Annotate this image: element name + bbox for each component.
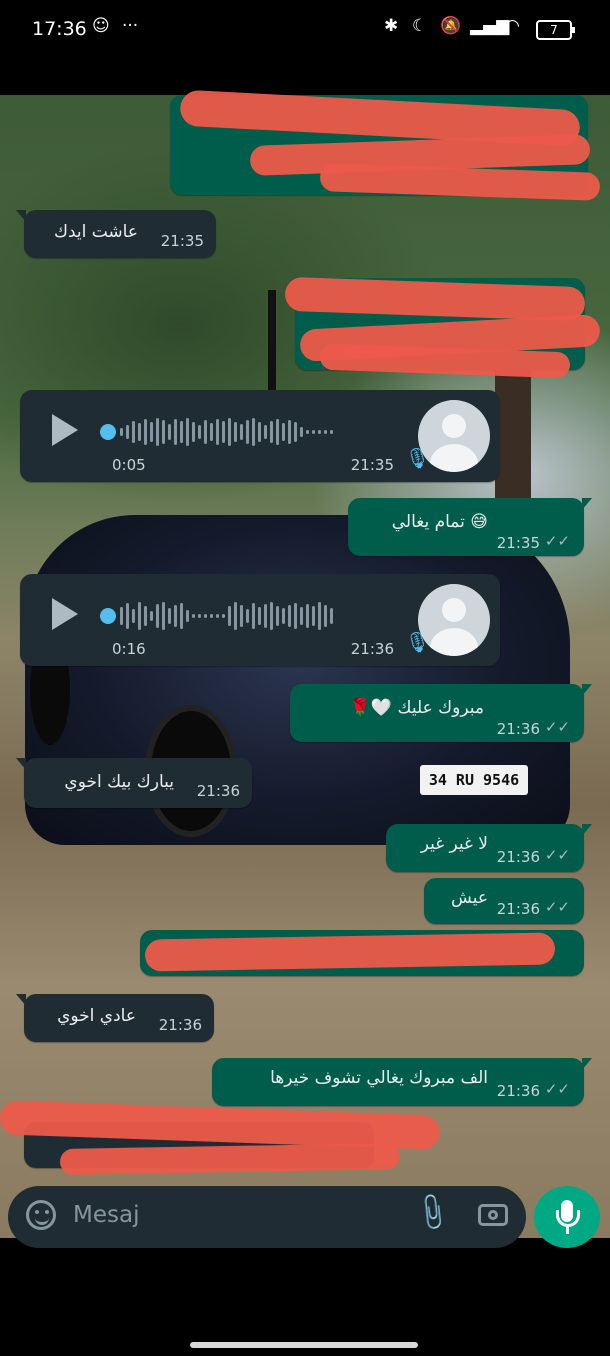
message-text: عاشت ايدك bbox=[53, 222, 138, 242]
microphone-icon: 🎙 bbox=[404, 630, 430, 654]
message-text: عيش bbox=[451, 888, 488, 908]
voice-message[interactable]: 0:16 21:36 🎙 bbox=[20, 574, 500, 666]
play-icon[interactable] bbox=[52, 414, 78, 446]
message-text: 🌹🤍 مبروك عليك bbox=[350, 698, 484, 718]
sweat-smile-emoji: 😅 bbox=[470, 512, 488, 532]
message-time: 21:36 bbox=[196, 782, 240, 800]
silent-icon: 🔕 bbox=[440, 16, 462, 36]
license-plate: 34 RU 9546 bbox=[420, 765, 528, 795]
message-outgoing[interactable]: عيش 21:36 ✓✓ bbox=[424, 878, 584, 924]
rose-heart-emoji: 🌹🤍 bbox=[349, 698, 393, 718]
message-text-body: مبروك عليك bbox=[397, 698, 484, 718]
message-input[interactable]: Mesaj bbox=[73, 1202, 139, 1228]
message-time: 21:36 bbox=[350, 640, 394, 658]
waveform bbox=[120, 601, 333, 631]
waveform bbox=[120, 417, 333, 447]
do-not-disturb-icon: ☾ bbox=[412, 16, 428, 36]
battery-icon: 7 bbox=[536, 20, 575, 40]
message-input-bar[interactable]: Mesaj 📎 bbox=[8, 1186, 526, 1248]
bluetooth-icon: ✱ bbox=[384, 16, 399, 36]
message-incoming[interactable]: يبارك بيك اخوي 21:36 bbox=[16, 758, 252, 808]
wifi-icon: ◠ bbox=[505, 16, 520, 36]
home-gesture-handle[interactable] bbox=[190, 1342, 418, 1348]
status-time: 17:36 bbox=[32, 18, 87, 40]
message-outgoing[interactable]: لا غير غير 21:36 ✓✓ bbox=[386, 824, 592, 872]
message-time: 21:35 bbox=[350, 456, 394, 474]
playback-slider[interactable] bbox=[100, 608, 116, 624]
message-outgoing[interactable]: تمام يغالي 😅 21:35 ✓✓ bbox=[348, 498, 592, 556]
voice-record-button[interactable] bbox=[534, 1186, 600, 1248]
read-receipt-icon: ✓✓ bbox=[544, 718, 570, 736]
microphone-base bbox=[566, 1226, 569, 1234]
message-text: عادي اخوي bbox=[57, 1006, 136, 1026]
voice-message[interactable]: 0:05 21:35 🎙 bbox=[20, 390, 500, 482]
play-icon[interactable] bbox=[52, 598, 78, 630]
read-receipt-icon: ✓✓ bbox=[544, 846, 570, 864]
message-text: تمام يغالي 😅 bbox=[392, 512, 488, 532]
message-time: 21:36 bbox=[496, 900, 540, 918]
message-time: 21:36 bbox=[496, 720, 540, 738]
microphone-icon: 🎙 bbox=[404, 446, 430, 470]
read-receipt-icon: ✓✓ bbox=[544, 532, 570, 550]
message-time: 21:36 bbox=[158, 1016, 202, 1034]
street-lamp bbox=[268, 290, 276, 390]
read-receipt-icon: ✓✓ bbox=[544, 1080, 570, 1098]
message-time: 21:35 bbox=[496, 534, 540, 552]
message-incoming[interactable]: عادي اخوي 21:36 bbox=[16, 994, 214, 1042]
more-notifications-icon: ··· bbox=[122, 16, 139, 36]
message-outgoing[interactable]: 🌹🤍 مبروك عليك 21:36 ✓✓ bbox=[290, 684, 592, 742]
message-time: 21:36 bbox=[496, 848, 540, 866]
battery-level: 7 bbox=[550, 23, 558, 37]
voice-duration: 0:16 bbox=[112, 640, 146, 658]
message-text-body: تمام يغالي bbox=[391, 512, 465, 532]
microphone-stand bbox=[556, 1210, 580, 1227]
navigation-bar bbox=[0, 1248, 610, 1356]
status-bar: 17:36 ☺ ··· ✱ ☾ 🔕 ▂▄▆ ◠ 7 bbox=[0, 0, 610, 60]
message-incoming[interactable]: عاشت ايدك 21:35 bbox=[16, 210, 216, 258]
read-receipt-icon: ✓✓ bbox=[544, 898, 570, 916]
attach-icon[interactable]: 📎 bbox=[410, 1191, 454, 1234]
message-text: لا غير غير bbox=[420, 834, 488, 854]
notification-icon: ☺ bbox=[92, 16, 110, 36]
message-outgoing[interactable]: الف مبروك يغالي تشوف خيرها 21:36 ✓✓ bbox=[212, 1058, 592, 1106]
signal-icon: ▂▄▆ bbox=[470, 16, 510, 36]
emoji-icon[interactable] bbox=[26, 1200, 56, 1230]
voice-duration: 0:05 bbox=[112, 456, 146, 474]
message-time: 21:36 bbox=[496, 1082, 540, 1100]
message-time: 21:35 bbox=[160, 232, 204, 250]
message-text: يبارك بيك اخوي bbox=[64, 772, 174, 792]
camera-icon[interactable] bbox=[478, 1204, 508, 1226]
playback-slider[interactable] bbox=[100, 424, 116, 440]
message-text: الف مبروك يغالي تشوف خيرها bbox=[270, 1068, 488, 1088]
